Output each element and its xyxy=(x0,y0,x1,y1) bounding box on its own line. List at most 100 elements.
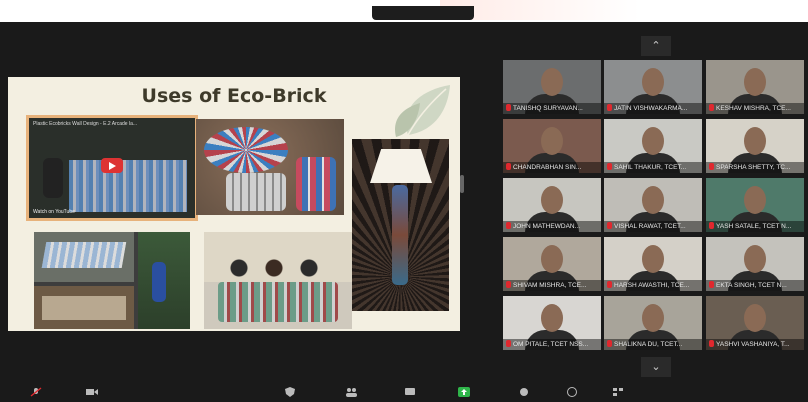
participant-face xyxy=(744,67,766,96)
participant-tile[interactable]: SHIVAM MISHRA, TCE... xyxy=(503,237,601,291)
muted-mic-icon xyxy=(709,222,714,229)
play-icon[interactable] xyxy=(101,158,123,173)
participant-tile[interactable]: TANISHQ SURYAVAN... xyxy=(503,60,601,114)
muted-mic-icon xyxy=(607,104,612,111)
video-icon[interactable] xyxy=(86,384,98,395)
participant-name: KESHAV MISHRA, TCE... xyxy=(716,105,791,112)
participant-name-label: SPARSHA SHETTY, TC... xyxy=(706,162,804,173)
participant-name: JOHN MATHEWDAN... xyxy=(513,223,581,230)
participant-name: VISHAL RAWAT, TCET... xyxy=(614,223,686,230)
participant-face xyxy=(744,126,766,155)
participant-name: HARSH AWASTHI, TCE... xyxy=(614,282,690,289)
chevron-down-icon[interactable]: ⌄ xyxy=(641,357,671,377)
participant-name-label: HARSH AWASTHI, TCE... xyxy=(604,280,702,291)
muted-mic-icon xyxy=(607,281,612,288)
photo-ecobrick-garden xyxy=(34,232,190,329)
meeting-toolbar xyxy=(0,382,808,398)
leaf-icon xyxy=(395,85,450,137)
muted-mic-icon xyxy=(607,163,612,170)
participant-tile[interactable]: SAHIL THAKUR, TCET... xyxy=(604,119,702,173)
participant-tile[interactable]: SPARSHA SHETTY, TC... xyxy=(706,119,804,173)
participant-tile[interactable]: VISHAL RAWAT, TCET... xyxy=(604,178,702,232)
participant-name: SAHIL THAKUR, TCET... xyxy=(614,164,687,171)
reactions-icon[interactable] xyxy=(566,384,578,397)
meeting-info-pill[interactable] xyxy=(372,6,474,20)
participant-name: YASH SATALE, TCET N... xyxy=(716,223,792,230)
muted-mic-icon xyxy=(709,281,714,288)
participant-face xyxy=(541,67,563,96)
participant-name: SPARSHA SHETTY, TC... xyxy=(716,164,791,171)
watch-on-youtube[interactable]: Watch on YouTube xyxy=(33,209,75,215)
participant-tile[interactable]: SHALIKNA DU, TCET... xyxy=(604,296,702,350)
photo-ecobrick-lamp xyxy=(352,139,449,311)
participant-name: EKTA SINGH, TCET N... xyxy=(716,282,787,289)
muted-mic-icon xyxy=(709,104,714,111)
participant-face xyxy=(541,126,563,155)
participant-name-label: SAHIL THAKUR, TCET... xyxy=(604,162,702,173)
participant-name-label: KESHAV MISHRA, TCE... xyxy=(706,103,804,114)
participant-name-label: SHIVAM MISHRA, TCE... xyxy=(503,280,601,291)
muted-mic-icon xyxy=(506,340,511,347)
top-bar xyxy=(0,0,808,22)
chevron-up-icon[interactable]: ⌃ xyxy=(641,36,671,56)
participant-face xyxy=(541,244,563,273)
record-icon[interactable] xyxy=(518,384,530,396)
chat-icon[interactable] xyxy=(404,384,416,395)
security-icon[interactable] xyxy=(284,384,296,397)
participant-name-label: YASHVI VASHANIYA, T... xyxy=(706,339,804,350)
participant-name-label: OM PITALE, TCET NSS... xyxy=(503,339,601,350)
participants-icon[interactable] xyxy=(345,384,357,397)
muted-mic-icon xyxy=(607,340,612,347)
apps-icon[interactable] xyxy=(612,384,624,396)
video-frame-person xyxy=(43,158,63,198)
participant-name-label: CHANDRABHAN SIN... xyxy=(503,162,601,173)
photo-ecobrick-furniture xyxy=(204,232,352,329)
participant-tile[interactable]: JOHN MATHEWDAN... xyxy=(503,178,601,232)
participant-tile[interactable]: JATIN VISHWAKARMA... xyxy=(604,60,702,114)
participant-name-label: EKTA SINGH, TCET N... xyxy=(706,280,804,291)
participant-tile[interactable]: OM PITALE, TCET NSS... xyxy=(503,296,601,350)
mute-icon[interactable] xyxy=(30,384,42,397)
participant-name: JATIN VISHWAKARMA... xyxy=(614,105,688,112)
participant-name: YASHVI VASHANIYA, T... xyxy=(716,341,790,348)
participant-name: TANISHQ SURYAVAN... xyxy=(513,105,583,112)
participant-name-label: VISHAL RAWAT, TCET... xyxy=(604,221,702,232)
panel-resize-handle[interactable] xyxy=(460,175,464,193)
participant-name-label: YASH SATALE, TCET N... xyxy=(706,221,804,232)
participant-face xyxy=(642,185,664,214)
participant-name: OM PITALE, TCET NSS... xyxy=(513,341,589,348)
participant-face xyxy=(744,244,766,273)
muted-mic-icon xyxy=(607,222,612,229)
muted-mic-icon xyxy=(506,281,511,288)
muted-mic-icon xyxy=(506,222,511,229)
participant-face xyxy=(541,185,563,214)
participant-face xyxy=(744,303,766,332)
video-frame-wall xyxy=(69,160,187,212)
participant-face xyxy=(642,67,664,96)
shared-slide: Uses of Eco-Brick Plastic Ecobricks Wall… xyxy=(8,77,460,331)
participant-face xyxy=(541,303,563,332)
participant-tile[interactable]: EKTA SINGH, TCET N... xyxy=(706,237,804,291)
participant-tile[interactable]: HARSH AWASTHI, TCE... xyxy=(604,237,702,291)
participant-tile[interactable]: YASHVI VASHANIYA, T... xyxy=(706,296,804,350)
muted-mic-icon xyxy=(709,163,714,170)
embedded-video[interactable]: Plastic Ecobricks Wall Design - E.2 Arca… xyxy=(26,115,198,221)
participant-tile[interactable]: YASH SATALE, TCET N... xyxy=(706,178,804,232)
participant-name-label: SHALIKNA DU, TCET... xyxy=(604,339,702,350)
share-screen-icon[interactable] xyxy=(458,384,470,397)
participant-name-label: TANISHQ SURYAVAN... xyxy=(503,103,601,114)
participant-face xyxy=(642,244,664,273)
participant-name-label: JOHN MATHEWDAN... xyxy=(503,221,601,232)
photo-ecobrick-hexagon xyxy=(196,119,344,215)
participant-face xyxy=(642,303,664,332)
participant-name: SHALIKNA DU, TCET... xyxy=(614,341,683,348)
participant-name: CHANDRABHAN SIN... xyxy=(513,164,582,171)
participant-tile[interactable]: CHANDRABHAN SIN... xyxy=(503,119,601,173)
participant-name-label: JATIN VISHWAKARMA... xyxy=(604,103,702,114)
participant-name: SHIVAM MISHRA, TCE... xyxy=(513,282,587,289)
participant-face xyxy=(744,185,766,214)
muted-mic-icon xyxy=(506,163,511,170)
muted-mic-icon xyxy=(709,340,714,347)
video-title: Plastic Ecobricks Wall Design - E.2 Arca… xyxy=(33,121,138,127)
participant-tile[interactable]: KESHAV MISHRA, TCE... xyxy=(706,60,804,114)
